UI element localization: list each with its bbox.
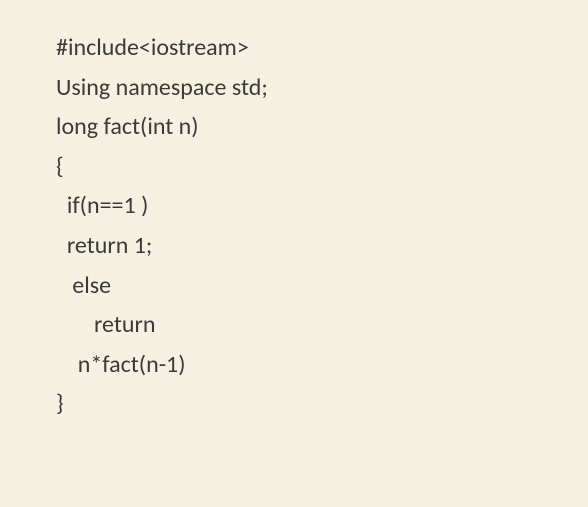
code-line: long fact(int n) — [56, 107, 588, 147]
code-line: return 1; — [56, 226, 588, 266]
code-line: #include<iostream> — [56, 28, 588, 68]
code-line: else — [56, 266, 588, 306]
code-line: { — [56, 147, 588, 187]
code-line: Using namespace std; — [56, 68, 588, 108]
code-block: #include<iostream> Using namespace std; … — [0, 0, 588, 424]
code-line: } — [56, 384, 588, 424]
code-line: if(n==1 ) — [56, 186, 588, 226]
code-line: n*fact(n-1) — [56, 345, 588, 385]
code-line: return — [56, 305, 588, 345]
